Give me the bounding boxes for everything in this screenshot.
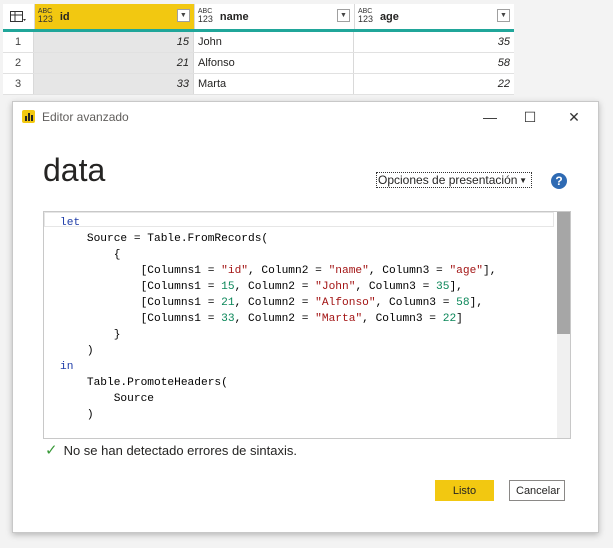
cell-id[interactable]: 15 xyxy=(34,32,194,52)
table-row[interactable]: 2 21 Alfonso 58 xyxy=(3,53,514,74)
cancel-button[interactable]: Cancelar xyxy=(509,480,565,501)
code-line[interactable]: [Columns1 = 21, Column2 = "Alfonso", Col… xyxy=(60,297,483,309)
type-icon[interactable]: ABC 123 xyxy=(38,8,56,24)
cell-name[interactable]: Alfonso xyxy=(194,53,354,73)
code-line[interactable]: ) xyxy=(60,345,94,357)
column-header-age[interactable]: ABC 123 age ▼ xyxy=(355,4,514,29)
display-options-dropdown[interactable]: Opciones de presentación ▼ xyxy=(376,172,532,188)
power-bi-icon xyxy=(22,110,35,123)
cell-age[interactable]: 58 xyxy=(354,53,514,73)
row-number[interactable]: 3 xyxy=(3,74,34,94)
table-menu-icon[interactable] xyxy=(3,4,35,29)
syntax-status: ✓ No se han detectado errores de sintaxis… xyxy=(45,441,297,459)
code-line[interactable]: ) xyxy=(60,409,94,421)
code-line[interactable]: Source = Table.FromRecords( xyxy=(60,233,268,245)
maximize-button[interactable]: ☐ xyxy=(510,105,550,129)
cell-id[interactable]: 33 xyxy=(34,74,194,94)
column-name: id xyxy=(59,10,70,23)
cell-age[interactable]: 22 xyxy=(354,74,514,94)
column-name: name xyxy=(219,10,249,23)
column-header-name[interactable]: ABC 123 name ▼ xyxy=(195,4,355,29)
data-grid: ABC 123 id ▼ ABC 123 name ▼ ABC 123 age ▼ 1… xyxy=(3,4,514,95)
code-line[interactable]: Table.PromoteHeaders( xyxy=(60,377,228,389)
query-name: data xyxy=(43,152,106,188)
cell-id[interactable]: 21 xyxy=(34,53,194,73)
close-button[interactable]: ✕ xyxy=(554,105,594,129)
help-icon[interactable]: ? xyxy=(551,173,567,189)
checkmark-icon: ✓ xyxy=(45,442,58,459)
status-text: No se han detectado errores de sintaxis. xyxy=(63,443,297,458)
type-icon[interactable]: ABC 123 xyxy=(198,8,216,24)
row-number[interactable]: 2 xyxy=(3,53,34,73)
code-line[interactable]: } xyxy=(60,329,121,341)
done-button[interactable]: Listo xyxy=(435,480,494,501)
vertical-scrollbar[interactable] xyxy=(557,212,570,438)
code-line[interactable]: { xyxy=(60,249,121,261)
scrollbar-thumb[interactable] xyxy=(557,212,570,334)
code-editor[interactable]: let Source = Table.FromRecords( { [Colum… xyxy=(43,211,571,439)
table-row[interactable]: 3 33 Marta 22 xyxy=(3,74,514,95)
type-icon[interactable]: ABC 123 xyxy=(358,8,376,24)
display-options-label: Opciones de presentación xyxy=(378,173,518,187)
advanced-editor-dialog: Editor avanzado — ☐ ✕ data Opciones de p… xyxy=(12,101,599,533)
grid-header: ABC 123 id ▼ ABC 123 name ▼ ABC 123 age ▼ xyxy=(3,4,514,32)
chevron-down-icon: ▼ xyxy=(519,176,527,185)
code-text[interactable]: let Source = Table.FromRecords( { [Colum… xyxy=(44,212,570,423)
column-filter-icon[interactable]: ▼ xyxy=(176,9,190,22)
column-name: age xyxy=(379,10,399,23)
code-line[interactable]: [Columns1 = 15, Column2 = "John", Column… xyxy=(60,281,463,293)
minimize-button[interactable]: — xyxy=(470,105,510,129)
cell-name[interactable]: John xyxy=(194,32,354,52)
title-bar[interactable]: Editor avanzado — ☐ ✕ xyxy=(13,102,598,132)
code-line[interactable]: [Columns1 = "id", Column2 = "name", Colu… xyxy=(60,265,497,277)
window-title: Editor avanzado xyxy=(42,110,129,124)
table-row[interactable]: 1 15 John 35 xyxy=(3,32,514,53)
row-number[interactable]: 1 xyxy=(3,32,34,52)
code-line[interactable]: Source xyxy=(60,393,154,405)
code-line[interactable]: in xyxy=(60,361,73,373)
cell-age[interactable]: 35 xyxy=(354,32,514,52)
code-line[interactable]: [Columns1 = 33, Column2 = "Marta", Colum… xyxy=(60,313,463,325)
column-filter-icon[interactable]: ▼ xyxy=(497,9,510,22)
column-header-id[interactable]: ABC 123 id ▼ xyxy=(34,4,195,29)
column-filter-icon[interactable]: ▼ xyxy=(336,9,350,22)
cell-name[interactable]: Marta xyxy=(194,74,354,94)
code-line[interactable]: let xyxy=(60,217,80,229)
